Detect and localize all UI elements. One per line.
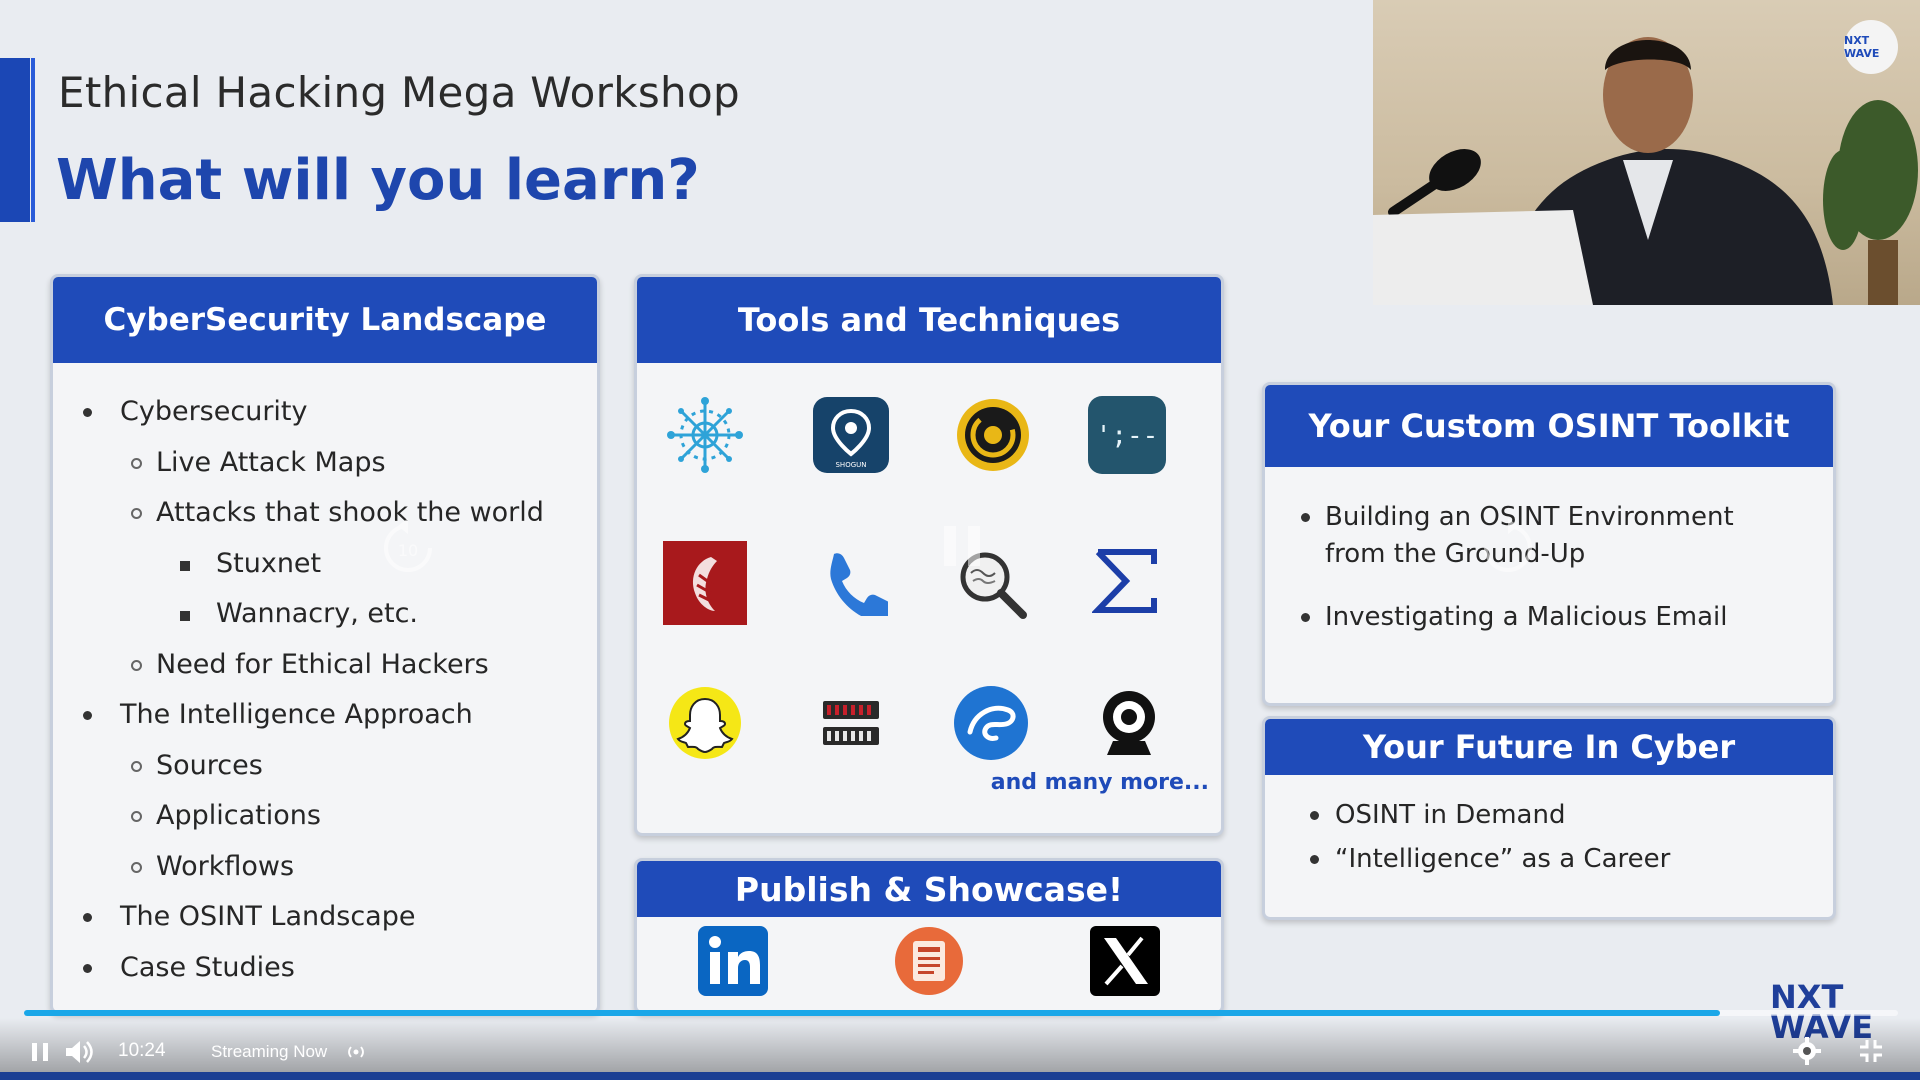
progress-bar[interactable] <box>24 1010 1898 1016</box>
bullet-marker <box>131 457 142 469</box>
bullet-marker <box>83 711 92 720</box>
bottom-brand-strip <box>0 1072 1920 1080</box>
topic-item-level-2: Workflows <box>53 842 597 893</box>
network-cluster-icon <box>665 395 745 475</box>
topic-item-text: Applications <box>156 800 321 831</box>
future-bullet-text: “Intelligence” as a Career <box>1335 844 1671 874</box>
topic-item-level-2: Attacks that shook the world <box>53 488 597 539</box>
slide-accent-bar <box>0 58 30 222</box>
rewind-10-icon[interactable]: 10 <box>380 516 436 580</box>
osint-toolkit-card-title: Your Custom OSINT Toolkit <box>1265 385 1833 467</box>
bullet-marker <box>131 811 142 822</box>
topic-item-level-2: Need for Ethical Hackers <box>53 640 597 691</box>
article-icon <box>893 925 965 997</box>
osint-toolkit-card: Your Custom OSINT Toolkit Building an OS… <box>1262 382 1836 706</box>
publish-card-title: Publish & Showcase! <box>637 861 1221 917</box>
topic-item-level-3: Wannacry, etc. <box>53 589 597 640</box>
playback-time: 10:24 <box>118 1040 166 1061</box>
topic-item-text: Workflows <box>156 850 295 882</box>
cybersecurity-card: CyberSecurity Landscape Cybersecurity Liv… <box>50 274 600 1014</box>
topic-item-text: Stuxnet <box>216 547 322 579</box>
topic-item-text: Case Studies <box>120 951 295 983</box>
topic-item-level-2: Sources <box>53 741 597 792</box>
terminal-prompt-icon: ';-- <box>1087 395 1167 475</box>
osint-bullet: Investigating a Malicious Email <box>1265 599 1833 636</box>
topic-item-text: Live Attack Maps <box>156 446 386 478</box>
bullet-marker <box>83 913 92 922</box>
topic-item-level-2: Live Attack Maps <box>53 438 597 489</box>
topic-item-text: The OSINT Landscape <box>120 901 416 932</box>
topic-item-level-1: The OSINT Landscape <box>53 892 597 943</box>
topic-item-text: Attacks that shook the world <box>156 497 544 528</box>
bullet-marker <box>180 560 190 571</box>
presenter-figure <box>1373 37 1918 305</box>
topic-item-level-1: Cybersecurity <box>53 387 597 438</box>
slide-heading: What will you learn? <box>56 148 700 213</box>
topic-item-level-1: Case Studies <box>53 943 597 994</box>
blue-swirl-logo-icon <box>951 683 1031 763</box>
phone-icon <box>813 541 893 621</box>
location-pin-app-label: SHOGUN <box>835 461 866 469</box>
bullet-marker <box>131 861 142 873</box>
forward-10-icon[interactable] <box>1480 516 1536 580</box>
topic-item-level-2: Applications <box>53 791 597 842</box>
cybersecurity-card-title: CyberSecurity Landscape <box>53 277 597 363</box>
future-bullet: “Intelligence” as a Career <box>1265 837 1833 881</box>
tools-card: Tools and Techniques SHOGUN ';-- and man… <box>634 274 1224 836</box>
future-bullet: OSINT in Demand <box>1265 793 1833 837</box>
target-spiral-icon <box>953 395 1033 475</box>
topic-item-text: The Intelligence Approach <box>120 699 473 730</box>
future-bullet-text: OSINT in Demand <box>1335 800 1566 830</box>
tool-icon-grid: SHOGUN ';-- and many more... <box>637 365 1221 805</box>
svg-text:10: 10 <box>398 541 418 560</box>
terminal-prompt-label: ';-- <box>1096 421 1159 451</box>
settings-gear-icon[interactable] <box>1790 1034 1824 1068</box>
snapchat-icon <box>665 683 745 763</box>
streaming-status: Streaming Now <box>211 1042 328 1061</box>
bullet-marker <box>83 963 92 973</box>
publish-card: Publish & Showcase! <box>634 858 1224 1014</box>
location-pin-app-icon: SHOGUN <box>811 395 891 475</box>
presenter-webcam: NXT WAVE <box>1373 0 1920 305</box>
bullet-marker <box>131 659 142 671</box>
bullet-marker <box>180 611 190 621</box>
bullet-marker <box>131 760 142 772</box>
topic-item-text: Need for Ethical Hackers <box>156 648 489 680</box>
webcam-icon <box>1089 683 1169 763</box>
bullet-marker <box>131 508 142 519</box>
wayback-machine-icon <box>811 683 891 763</box>
x-twitter-icon <box>1089 925 1161 997</box>
topic-item-text: Sources <box>156 749 263 781</box>
workshop-title: Ethical Hacking Mega Workshop <box>58 68 740 117</box>
exit-fullscreen-icon[interactable] <box>1854 1034 1888 1068</box>
more-tools-text: and many more... <box>990 770 1209 795</box>
linkedin-icon <box>697 925 769 997</box>
tools-card-title: Tools and Techniques <box>637 277 1221 363</box>
topic-item-text: Cybersecurity <box>120 396 308 427</box>
osint-bullet-text: Investigating a Malicious Email <box>1325 602 1728 632</box>
future-card-title: Your Future In Cyber <box>1265 719 1833 775</box>
video-player[interactable]: Ethical Hacking Mega Workshop What will … <box>0 0 1920 1080</box>
webcam-brand-badge: NXT WAVE <box>1844 20 1898 74</box>
topic-item-level-3: Stuxnet <box>53 539 597 590</box>
live-broadcast-icon <box>344 1042 368 1062</box>
slide-accent-line <box>31 58 35 222</box>
center-pause-icon[interactable] <box>940 522 984 574</box>
pause-button[interactable] <box>26 1038 54 1066</box>
topic-item-text: Wannacry, etc. <box>216 598 418 629</box>
future-card: Your Future In Cyber OSINT in Demand “In… <box>1262 716 1836 920</box>
bullet-marker <box>83 408 92 417</box>
progress-bar-fill <box>24 1010 1720 1016</box>
cybersecurity-topic-list: Cybersecurity Live Attack Maps Attacks tha… <box>53 363 597 993</box>
topic-item-level-1: The Intelligence Approach <box>53 690 597 741</box>
sigma-icon <box>1087 541 1167 621</box>
volume-button[interactable] <box>62 1036 96 1068</box>
red-hand-logo-icon <box>663 541 747 625</box>
publish-platform-row <box>637 919 1221 1005</box>
